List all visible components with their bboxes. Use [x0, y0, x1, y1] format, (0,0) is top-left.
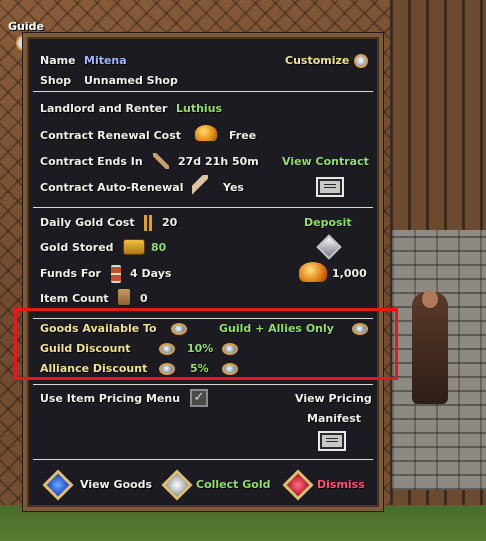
landlord-value: Luthius — [176, 102, 223, 115]
guide-label: Guide — [8, 20, 44, 33]
collect-gold-button[interactable]: Collect Gold — [196, 476, 270, 494]
landlord-label: Landlord and Renter — [40, 102, 168, 115]
funds-for-value: 4 Days — [130, 267, 172, 280]
manifest-label: Manifest — [307, 412, 362, 425]
gold-coins-icon — [299, 262, 327, 282]
funds-for-label: Funds For — [40, 267, 101, 280]
vendor-management-panel: Name Mitena Customize Shop Unnamed Shop … — [23, 33, 383, 511]
gold-stored-label: Gold Stored — [40, 241, 114, 254]
gold-stored-value: 80 — [151, 241, 167, 254]
guild-discount-decrease-button[interactable] — [159, 343, 175, 355]
item-box-icon — [118, 289, 130, 305]
gold-pile-icon — [195, 125, 217, 141]
quill-icon — [192, 175, 208, 195]
view-pricing-label: View Pricing — [295, 392, 372, 405]
shop-name: Unnamed Shop — [84, 74, 178, 87]
view-contract-link[interactable]: View Contract — [282, 153, 369, 171]
auto-renewal-label: Contract Auto-Renewal — [40, 181, 184, 194]
renewal-cost-value: Free — [229, 129, 257, 142]
use-pricing-menu-label: Use Item Pricing Menu — [40, 392, 181, 405]
coin-stack-icon — [144, 215, 154, 231]
item-count-value: 0 — [140, 292, 148, 305]
deposit-label: Deposit — [304, 216, 352, 229]
shop-label: Shop — [40, 74, 72, 87]
customize-button[interactable] — [354, 54, 368, 68]
alliance-discount-decrease-button[interactable] — [159, 363, 175, 375]
alliance-discount-value: 5% — [190, 362, 209, 375]
use-pricing-menu-checkbox[interactable]: ✓ — [190, 389, 208, 407]
auto-renewal-value: Yes — [223, 181, 244, 194]
renewal-cost-label: Contract Renewal Cost — [40, 129, 182, 142]
daily-gold-value: 20 — [162, 216, 178, 229]
alliance-discount-increase-button[interactable] — [222, 363, 238, 375]
hourglass-icon — [111, 265, 121, 283]
bank-amount: 1,000 — [332, 267, 367, 280]
vendor-head — [422, 290, 438, 308]
guild-discount-increase-button[interactable] — [222, 343, 238, 355]
treasure-chest-icon — [123, 239, 145, 255]
dismiss-button[interactable]: Dismiss — [317, 476, 365, 494]
daily-gold-label: Daily Gold Cost — [40, 216, 135, 229]
goods-available-next-button[interactable] — [352, 323, 368, 335]
goods-available-prev-button[interactable] — [171, 323, 187, 335]
vendor-name: Mitena — [84, 54, 127, 67]
alliance-discount-label: Alliance Discount — [40, 362, 148, 375]
view-pricing-button[interactable] — [318, 431, 346, 451]
goods-available-value: Guild + Allies Only — [219, 322, 334, 335]
goods-available-label: Goods Available To — [40, 322, 157, 335]
vendor-character[interactable] — [412, 292, 448, 404]
view-goods-gem-icon[interactable] — [42, 469, 74, 501]
dismiss-gem-icon[interactable] — [282, 469, 314, 501]
customize-label: Customize — [285, 54, 350, 67]
item-count-label: Item Count — [40, 292, 109, 305]
guild-discount-label: Guild Discount — [40, 342, 131, 355]
view-contract-button[interactable] — [316, 177, 344, 197]
contract-ends-label: Contract Ends In — [40, 155, 143, 168]
guild-discount-value: 10% — [187, 342, 214, 355]
scroll-icon — [153, 153, 169, 169]
collect-gold-gem-icon[interactable] — [161, 469, 193, 501]
view-goods-button[interactable]: View Goods — [80, 476, 152, 494]
name-label: Name — [40, 54, 76, 67]
contract-ends-value: 27d 21h 50m — [178, 155, 259, 168]
